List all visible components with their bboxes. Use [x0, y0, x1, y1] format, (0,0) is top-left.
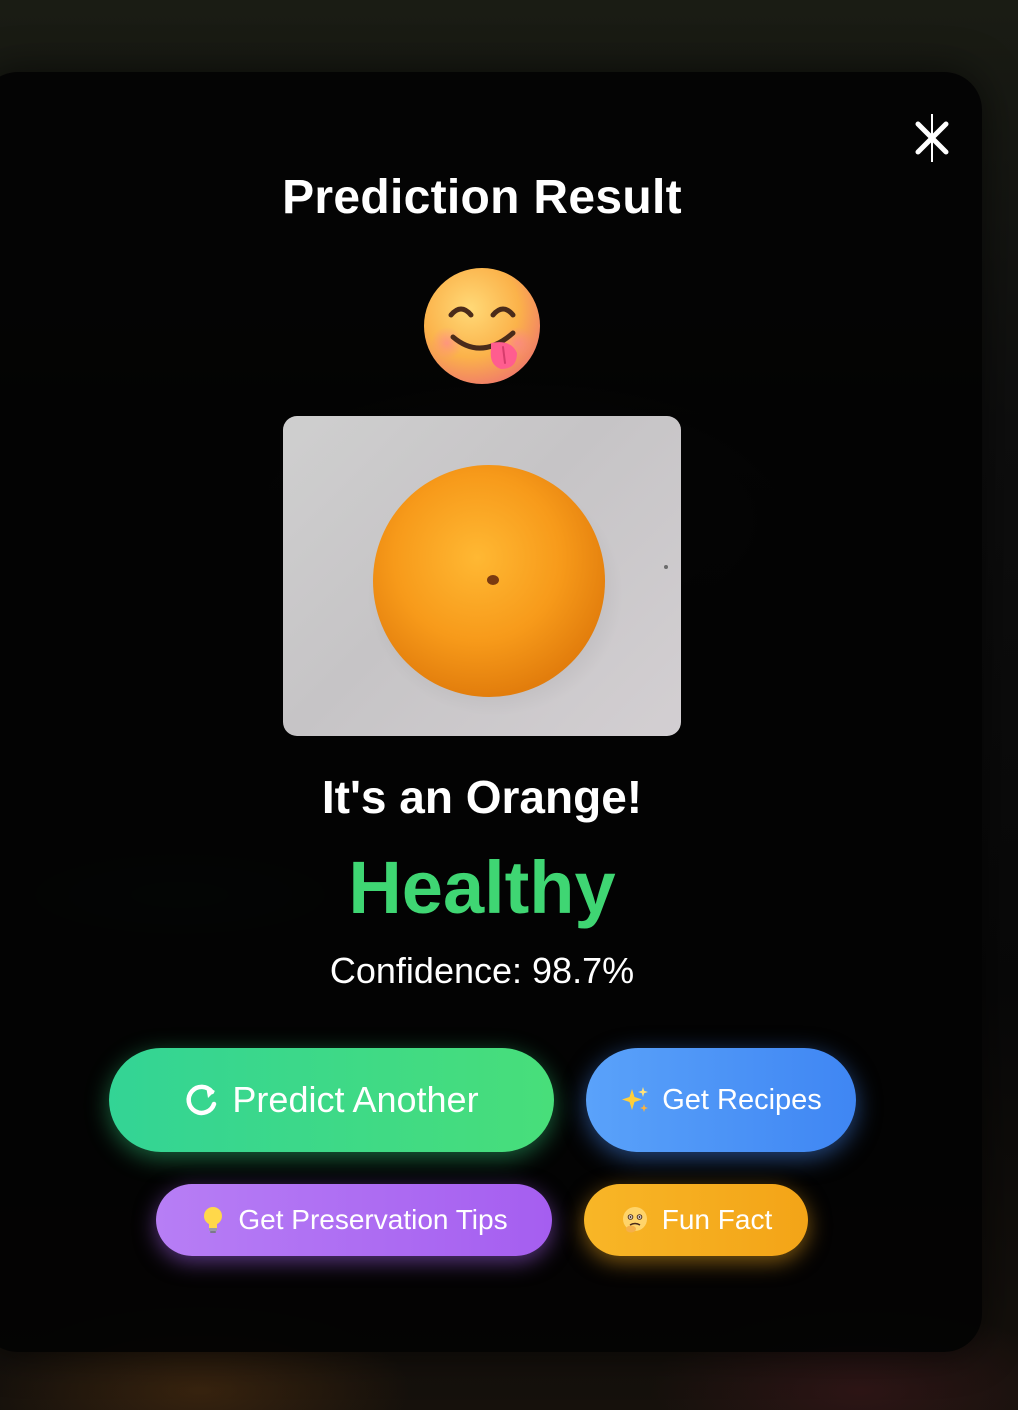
close-button[interactable] — [910, 112, 954, 164]
fun-fact-label: Fun Fact — [661, 1204, 773, 1235]
get-preservation-tips-button[interactable]: Get Preservation Tips — [156, 1184, 552, 1256]
orange-photo — [283, 416, 681, 736]
predict-another-button[interactable]: Predict Another — [109, 1048, 554, 1152]
fruit-label: It's an Orange! — [321, 771, 643, 823]
sparkles-icon — [620, 1085, 650, 1115]
get-preservation-tips-label: Get Preservation Tips — [238, 1204, 508, 1235]
get-recipes-button[interactable]: Get Recipes — [586, 1048, 856, 1152]
refresh-icon — [184, 1082, 220, 1118]
get-recipes-label: Get Recipes — [662, 1083, 822, 1116]
yum-face-emoji-icon — [421, 265, 543, 387]
modal-title: Prediction Result — [282, 171, 682, 224]
predict-another-label: Predict Another — [232, 1079, 479, 1120]
thinking-face-icon — [620, 1205, 650, 1235]
health-status: Healthy — [348, 846, 616, 929]
lightbulb-icon — [200, 1205, 226, 1235]
confidence-score: Confidence: 98.7% — [329, 950, 635, 991]
close-icon — [915, 114, 949, 162]
fun-fact-button[interactable]: Fun Fact — [584, 1184, 808, 1256]
